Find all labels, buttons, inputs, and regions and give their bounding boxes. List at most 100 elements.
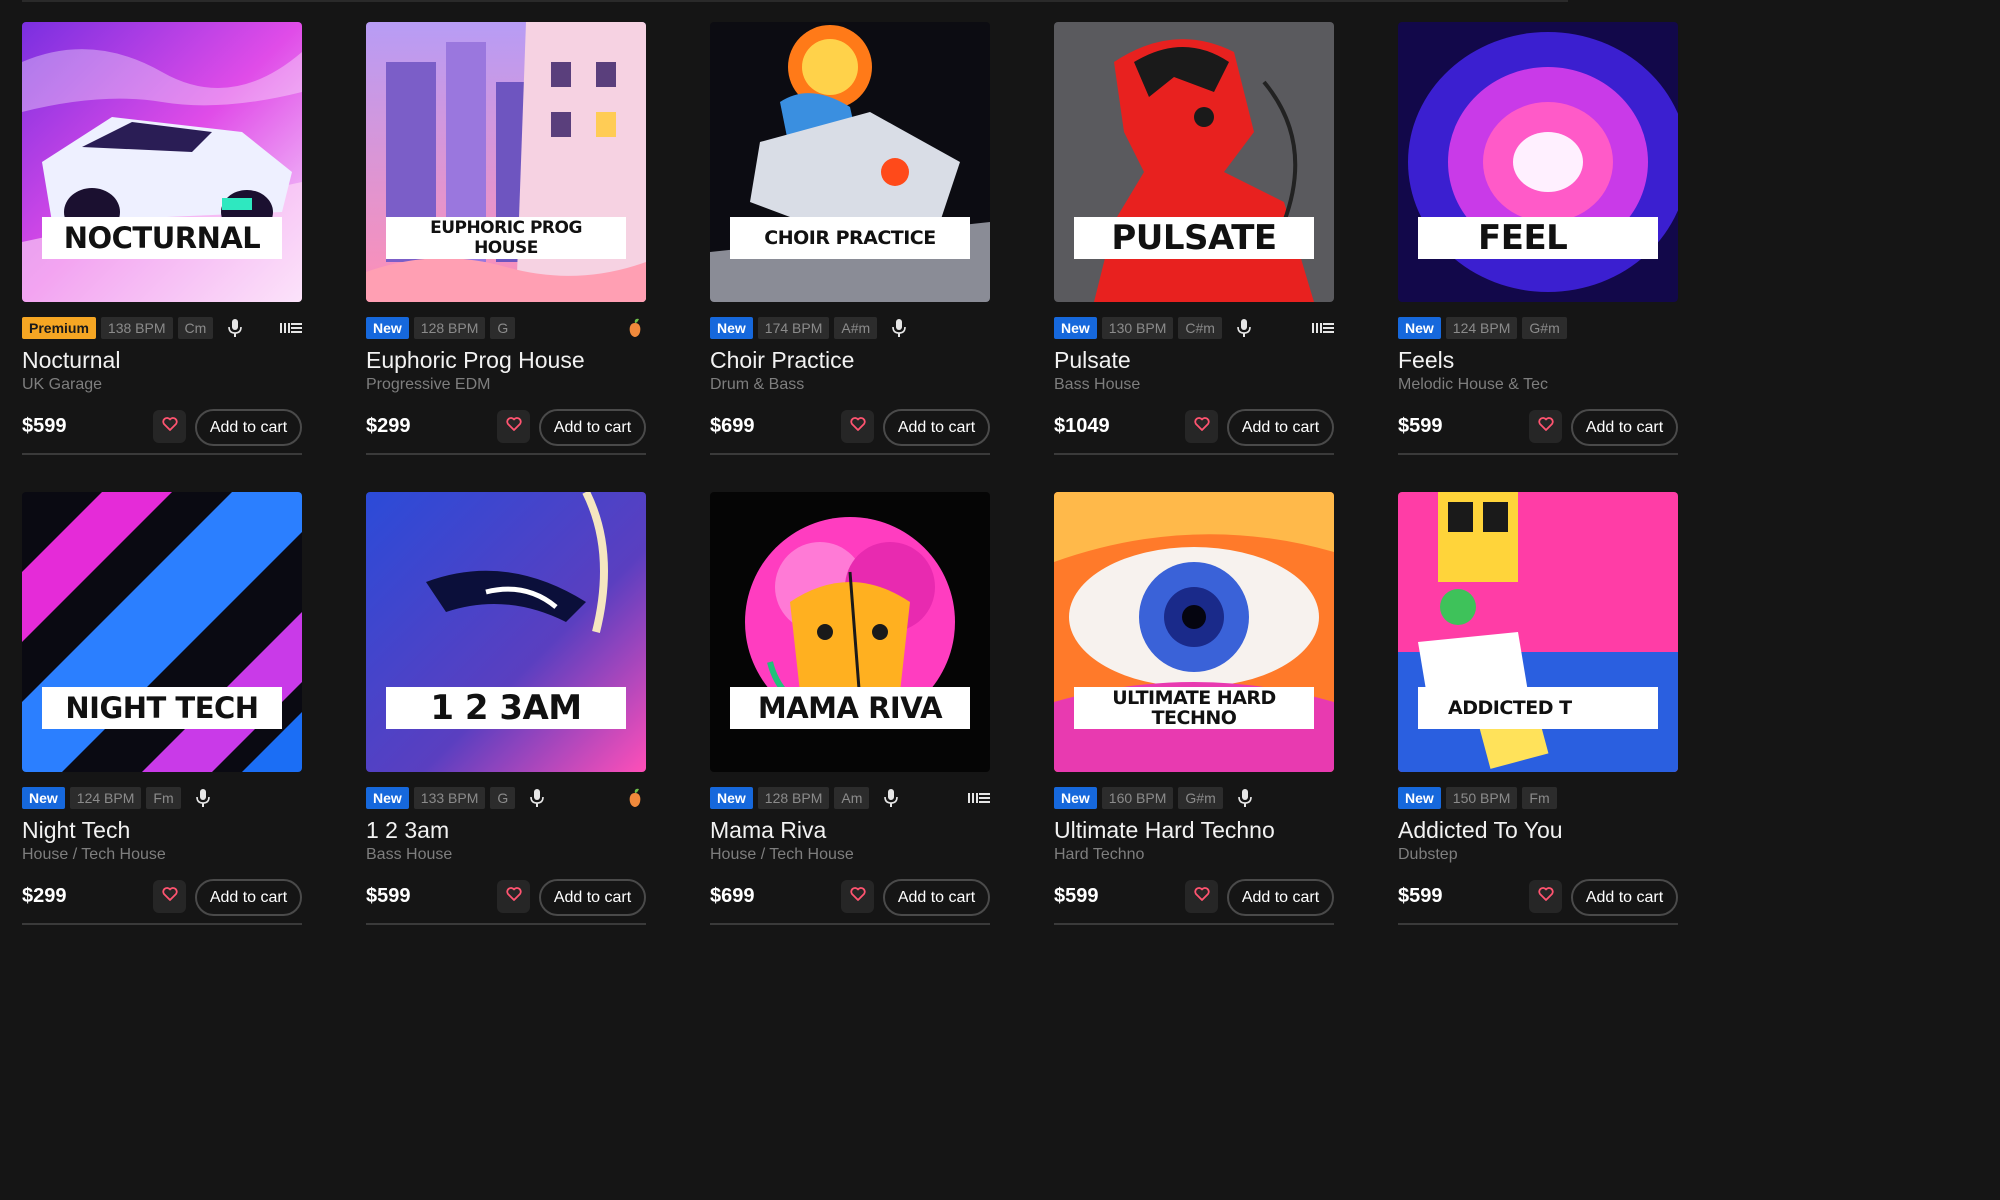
product-title[interactable]: Nocturnal <box>22 347 120 374</box>
cover-artwork <box>1398 22 1678 302</box>
cover-title: CHOIR PRACTICE <box>730 217 970 259</box>
cover-title: NIGHT TECH <box>42 687 282 729</box>
favorite-button[interactable] <box>153 880 186 913</box>
cover-artwork <box>1398 492 1678 772</box>
cover-image[interactable]: FEEL <box>1398 22 1678 302</box>
bpm-tag: 160 BPM <box>1101 787 1174 809</box>
favorite-button[interactable] <box>1185 410 1218 443</box>
cover-title: ADDICTED T <box>1418 687 1658 729</box>
product-price: $299 <box>366 415 411 437</box>
microphone-icon <box>888 317 910 339</box>
product-card-1-2-3am[interactable]: 1 2 3AM New 133 BPM G 1 2 3am Bass House… <box>366 492 646 925</box>
product-title[interactable]: Ultimate Hard Techno <box>1054 817 1275 844</box>
tag-row: New 124 BPM Fm <box>22 785 302 811</box>
bpm-tag: 128 BPM <box>757 787 830 809</box>
bpm-tag: 124 BPM <box>69 787 142 809</box>
product-price: $599 <box>1054 885 1099 907</box>
tag-row: Premium 138 BPM Cm <box>22 315 302 341</box>
product-title[interactable]: Feels <box>1398 347 1454 374</box>
cover-artwork <box>366 492 646 772</box>
product-title[interactable]: Mama Riva <box>710 817 826 844</box>
product-card-ultimate-hard-techno[interactable]: ULTIMATE HARD TECHNO New 160 BPM G#m Ult… <box>1054 492 1334 925</box>
cover-artwork <box>366 22 646 302</box>
fruit-icon <box>624 787 646 809</box>
product-card-choir-practice[interactable]: CHOIR PRACTICE New 174 BPM A#m Choir Pra… <box>710 22 990 455</box>
cover-image[interactable]: ADDICTED T <box>1398 492 1678 772</box>
product-title[interactable]: Euphoric Prog House <box>366 347 585 374</box>
heart-icon <box>161 887 178 906</box>
cover-image[interactable]: 1 2 3AM <box>366 492 646 772</box>
product-card-nocturnal[interactable]: NOCTURNAL Premium 138 BPM Cm Nocturnal U… <box>22 22 302 455</box>
card-divider <box>1054 453 1334 455</box>
fruit-icon <box>624 317 646 339</box>
product-price: $599 <box>1398 415 1443 437</box>
tag-row: New 133 BPM G <box>366 785 646 811</box>
product-card-mama-riva[interactable]: MAMA RIVA New 128 BPM Am Mama Riva House… <box>710 492 990 925</box>
add-to-cart-button[interactable]: Add to cart <box>1227 409 1334 446</box>
tag-row: New 124 BPM G#m <box>1398 315 1678 341</box>
cover-artwork <box>710 492 990 772</box>
new-badge: New <box>22 787 65 809</box>
add-to-cart-button[interactable]: Add to cart <box>1227 879 1334 916</box>
bpm-tag: 133 BPM <box>413 787 486 809</box>
favorite-button[interactable] <box>497 880 530 913</box>
heart-icon <box>1537 887 1554 906</box>
cover-image[interactable]: EUPHORIC PROG HOUSE <box>366 22 646 302</box>
product-card-pulsate[interactable]: PULSATE New 130 BPM C#m Pulsate Bass Hou… <box>1054 22 1334 455</box>
product-card-euphoric-prog-house[interactable]: EUPHORIC PROG HOUSE New 128 BPM G Euphor… <box>366 22 646 455</box>
key-tag: Fm <box>146 787 181 809</box>
key-tag: Fm <box>1522 787 1557 809</box>
card-divider <box>1398 453 1678 455</box>
heart-icon <box>1193 417 1210 436</box>
product-card-feels[interactable]: FEEL New 124 BPM G#m Feels Melodic House… <box>1398 22 1678 455</box>
cover-title: MAMA RIVA <box>730 687 970 729</box>
product-genre: Bass House <box>366 846 453 863</box>
favorite-button[interactable] <box>1529 880 1562 913</box>
product-price: $699 <box>710 415 755 437</box>
favorite-button[interactable] <box>153 410 186 443</box>
cover-image[interactable]: NIGHT TECH <box>22 492 302 772</box>
cover-image[interactable]: CHOIR PRACTICE <box>710 22 990 302</box>
add-to-cart-button[interactable]: Add to cart <box>1571 409 1678 446</box>
tag-row: New 160 BPM G#m <box>1054 785 1334 811</box>
heart-icon <box>505 417 522 436</box>
cover-image[interactable]: MAMA RIVA <box>710 492 990 772</box>
premium-badge: Premium <box>22 317 96 339</box>
top-divider <box>22 0 1568 2</box>
cover-title: NOCTURNAL <box>42 217 282 259</box>
add-to-cart-button[interactable]: Add to cart <box>1571 879 1678 916</box>
product-title[interactable]: Night Tech <box>22 817 130 844</box>
cover-image[interactable]: ULTIMATE HARD TECHNO <box>1054 492 1334 772</box>
product-title[interactable]: Addicted To You <box>1398 817 1563 844</box>
add-to-cart-button[interactable]: Add to cart <box>539 409 646 446</box>
favorite-button[interactable] <box>497 410 530 443</box>
new-badge: New <box>1398 317 1441 339</box>
product-card-addicted-to-you[interactable]: ADDICTED T New 150 BPM Fm Addicted To Yo… <box>1398 492 1678 925</box>
product-price: $599 <box>1398 885 1443 907</box>
microphone-icon <box>880 787 902 809</box>
key-tag: G#m <box>1178 787 1223 809</box>
cover-image[interactable]: PULSATE <box>1054 22 1334 302</box>
add-to-cart-button[interactable]: Add to cart <box>195 409 302 446</box>
favorite-button[interactable] <box>1185 880 1218 913</box>
cover-artwork <box>710 22 990 302</box>
add-to-cart-button[interactable]: Add to cart <box>883 879 990 916</box>
favorite-button[interactable] <box>841 880 874 913</box>
new-badge: New <box>1398 787 1441 809</box>
key-tag: A#m <box>834 317 878 339</box>
add-to-cart-button[interactable]: Add to cart <box>883 409 990 446</box>
product-title[interactable]: 1 2 3am <box>366 817 449 844</box>
bpm-tag: 130 BPM <box>1101 317 1174 339</box>
product-genre: Hard Techno <box>1054 846 1145 863</box>
bpm-tag: 150 BPM <box>1445 787 1518 809</box>
product-card-night-tech[interactable]: NIGHT TECH New 124 BPM Fm Night Tech Hou… <box>22 492 302 925</box>
cover-title: FEEL <box>1418 217 1658 259</box>
favorite-button[interactable] <box>841 410 874 443</box>
add-to-cart-button[interactable]: Add to cart <box>539 879 646 916</box>
favorite-button[interactable] <box>1529 410 1562 443</box>
add-to-cart-button[interactable]: Add to cart <box>195 879 302 916</box>
product-price: $599 <box>22 415 67 437</box>
product-title[interactable]: Pulsate <box>1054 347 1131 374</box>
cover-image[interactable]: NOCTURNAL <box>22 22 302 302</box>
product-title[interactable]: Choir Practice <box>710 347 854 374</box>
